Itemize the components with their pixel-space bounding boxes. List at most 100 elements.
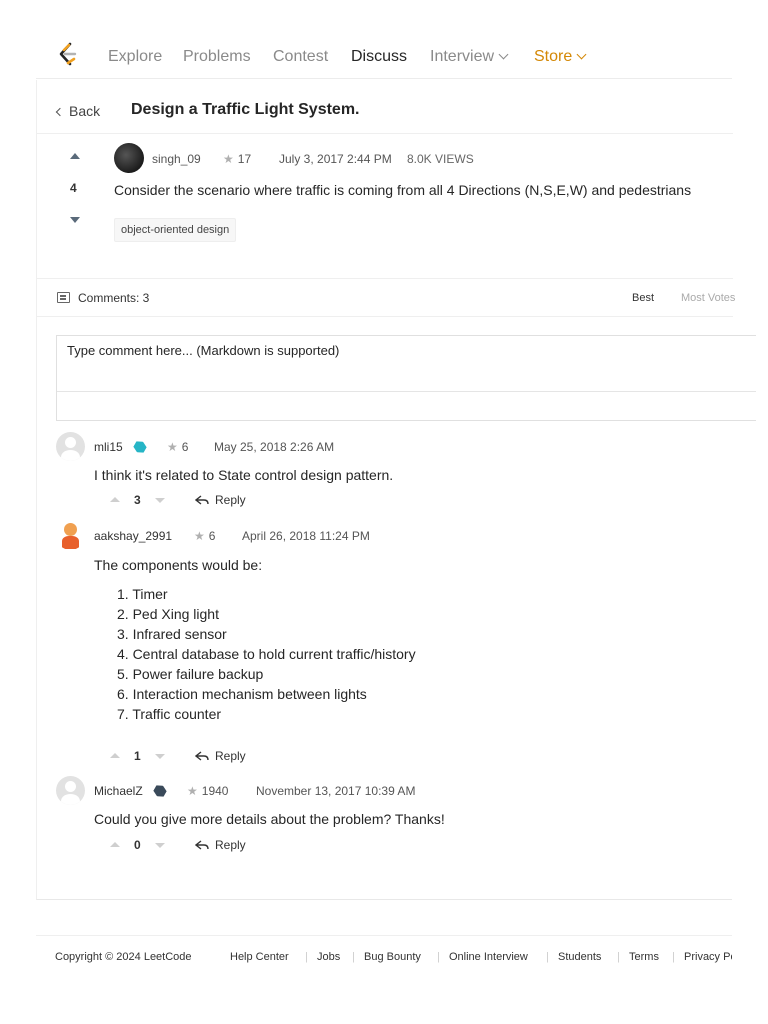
nav-problems[interactable]: Problems xyxy=(183,48,251,66)
comment-user[interactable]: MichaelZ xyxy=(94,784,143,798)
post-body: Consider the scenario where traffic is c… xyxy=(114,182,692,198)
back-label: Back xyxy=(69,103,101,119)
star-icon: ★ xyxy=(223,152,234,166)
downvote-icon[interactable] xyxy=(70,217,80,223)
reply-icon xyxy=(195,495,209,505)
comment-reputation: ★ 6 xyxy=(194,529,215,543)
star-icon: ★ xyxy=(167,440,178,454)
top-nav: Explore Problems Contest Discuss Intervi… xyxy=(36,34,732,82)
footer: Copyright © 2024 LeetCode Help Center | … xyxy=(36,935,732,980)
list-item: 3. Infrared sensor xyxy=(117,626,227,642)
comment-text: Could you give more details about the pr… xyxy=(94,811,445,827)
reply-label: Reply xyxy=(215,749,246,763)
divider: | xyxy=(352,951,355,963)
sort-most-votes-tab[interactable]: Most Votes xyxy=(681,292,735,304)
downvote-icon[interactable] xyxy=(155,843,165,848)
author-reputation: ★ 17 xyxy=(223,152,251,166)
divider: | xyxy=(437,951,440,963)
upvote-icon[interactable] xyxy=(70,153,80,159)
nav-store[interactable]: Store xyxy=(534,48,587,66)
footer-link-students[interactable]: Students xyxy=(558,951,601,963)
chevron-down-icon xyxy=(498,49,509,60)
upvote-icon[interactable] xyxy=(110,842,120,847)
reply-icon xyxy=(195,751,209,761)
reply-label: Reply xyxy=(215,838,246,852)
downvote-icon[interactable] xyxy=(155,754,165,759)
comment-user[interactable]: aakshay_2991 xyxy=(94,529,172,543)
avatar[interactable] xyxy=(56,521,85,550)
post-date: July 3, 2017 2:44 PM xyxy=(279,152,392,166)
comment-reputation: ★ 1940 xyxy=(187,784,228,798)
page-title: Design a Traffic Light System. xyxy=(131,101,360,118)
upvote-icon[interactable] xyxy=(110,753,120,758)
avatar[interactable] xyxy=(114,143,144,173)
footer-link-privacy-policy[interactable]: Privacy Policy xyxy=(684,951,732,963)
avatar[interactable] xyxy=(56,776,85,805)
divider: | xyxy=(672,951,675,963)
avatar[interactable] xyxy=(56,432,85,461)
list-item: 7. Traffic counter xyxy=(117,706,222,722)
comments-bar: Comments: 3 Best Most Votes xyxy=(37,278,735,317)
badge-icon xyxy=(132,439,148,455)
reply-button[interactable]: Reply xyxy=(195,749,246,763)
reply-button[interactable]: Reply xyxy=(195,838,246,852)
nav-interview-label: Interview xyxy=(430,48,495,65)
nav-explore[interactable]: Explore xyxy=(108,48,162,66)
list-item: 1. Timer xyxy=(117,586,168,602)
reputation-value: 1940 xyxy=(201,784,229,798)
component-list: 1. Timer 2. Ped Xing light 3. Infrared s… xyxy=(117,586,416,726)
list-item: 5. Power failure backup xyxy=(117,666,264,682)
comment-text: The components would be: xyxy=(94,557,263,573)
comment-vote-count: 0 xyxy=(134,838,141,852)
reputation-value: 17 xyxy=(237,152,252,166)
author-name[interactable]: singh_09 xyxy=(152,152,201,166)
chevron-left-icon xyxy=(55,107,65,117)
nav-discuss[interactable]: Discuss xyxy=(344,48,414,82)
comment-input[interactable]: Type comment here... (Markdown is suppor… xyxy=(56,335,756,421)
divider: | xyxy=(546,951,549,963)
post-views: 8.0K VIEWS xyxy=(407,152,474,166)
divider xyxy=(57,391,756,392)
post-vote-count: 4 xyxy=(70,181,77,195)
footer-link-jobs[interactable]: Jobs xyxy=(317,951,340,963)
tag-chip[interactable]: object-oriented design xyxy=(114,218,237,242)
comment-date: May 25, 2018 2:26 AM xyxy=(214,440,335,454)
nav-interview[interactable]: Interview xyxy=(430,48,509,66)
comment-vote-count: 3 xyxy=(134,493,141,507)
comment-icon xyxy=(57,292,70,303)
divider: | xyxy=(617,951,620,963)
back-button[interactable]: Back xyxy=(55,103,101,119)
comment-reputation: ★ 6 xyxy=(167,440,188,454)
comment-placeholder: Type comment here... (Markdown is suppor… xyxy=(67,343,340,358)
footer-link-terms[interactable]: Terms xyxy=(629,951,659,963)
leetcode-logo-icon[interactable] xyxy=(56,42,80,68)
upvote-icon[interactable] xyxy=(110,497,120,502)
nav-contest[interactable]: Contest xyxy=(273,48,328,66)
comment-vote-count: 1 xyxy=(134,749,141,763)
downvote-icon[interactable] xyxy=(155,498,165,503)
divider: | xyxy=(305,951,308,963)
reply-icon xyxy=(195,840,209,850)
star-icon: ★ xyxy=(187,784,198,798)
reply-button[interactable]: Reply xyxy=(195,493,246,507)
reply-label: Reply xyxy=(215,493,246,507)
reputation-value: 6 xyxy=(208,529,216,543)
title-bar: Back Design a Traffic Light System. xyxy=(37,80,733,134)
comments-count: Comments: 3 xyxy=(78,291,150,305)
badge-icon xyxy=(152,783,168,799)
discussion-panel: Back Design a Traffic Light System. 4 si… xyxy=(36,80,756,900)
sort-best-tab[interactable]: Best xyxy=(632,292,654,304)
list-item: 6. Interaction mechanism between lights xyxy=(117,686,367,702)
footer-link-online-interview[interactable]: Online Interview xyxy=(449,951,528,963)
list-item: 4. Central database to hold current traf… xyxy=(117,646,416,662)
comment-date: April 26, 2018 11:24 PM xyxy=(242,529,370,543)
list-item: 2. Ped Xing light xyxy=(117,606,219,622)
footer-link-bug-bounty[interactable]: Bug Bounty xyxy=(364,951,421,963)
star-icon: ★ xyxy=(194,529,205,543)
footer-link-help-center[interactable]: Help Center xyxy=(230,951,289,963)
copyright: Copyright © 2024 LeetCode xyxy=(55,951,192,963)
comment-user[interactable]: mli15 xyxy=(94,440,123,454)
nav-store-label: Store xyxy=(534,48,573,65)
comment-date: November 13, 2017 10:39 AM xyxy=(256,784,416,798)
chevron-down-icon xyxy=(576,49,587,60)
